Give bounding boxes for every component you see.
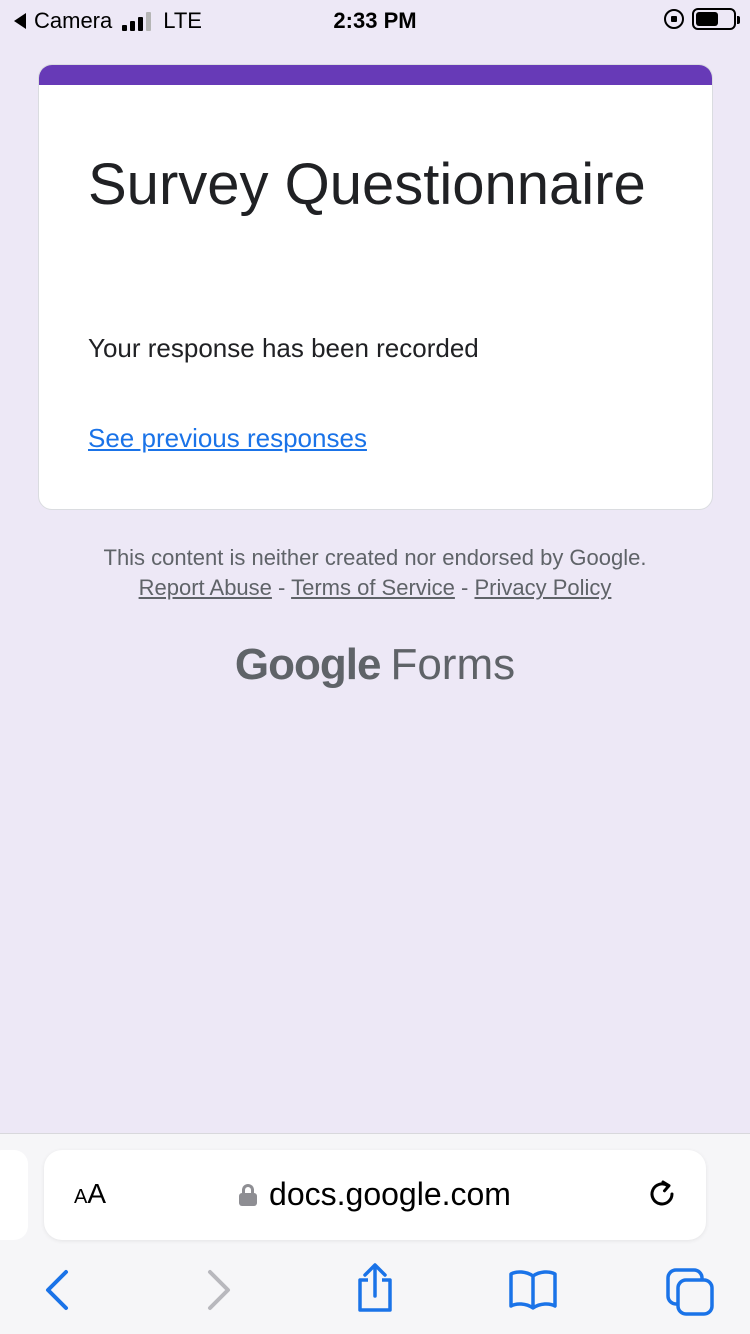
footer-separator: - bbox=[278, 575, 286, 600]
orientation-lock-icon bbox=[664, 9, 684, 29]
google-forms-logo[interactable]: Google Forms bbox=[0, 640, 750, 690]
footer-links: Report Abuse - Terms of Service - Privac… bbox=[0, 573, 750, 603]
report-abuse-link[interactable]: Report Abuse bbox=[139, 575, 272, 600]
back-icon[interactable] bbox=[42, 1268, 72, 1317]
card-accent-bar bbox=[39, 65, 712, 85]
see-previous-responses-link[interactable]: See previous responses bbox=[88, 423, 367, 454]
lock-icon bbox=[239, 1183, 258, 1206]
brand-forms: Forms bbox=[390, 640, 516, 689]
battery-icon bbox=[692, 8, 740, 30]
forward-icon[interactable] bbox=[204, 1268, 234, 1317]
disclaimer-text: This content is neither created nor endo… bbox=[103, 545, 647, 570]
reload-icon[interactable] bbox=[644, 1176, 680, 1217]
status-bar: Camera LTE 2:33 PM bbox=[0, 0, 750, 42]
previous-tab-preview[interactable] bbox=[0, 1150, 28, 1240]
status-time: 2:33 PM bbox=[333, 8, 417, 33]
share-icon[interactable] bbox=[354, 1262, 396, 1319]
address-bar[interactable]: AA docs.google.com bbox=[44, 1150, 706, 1240]
privacy-policy-link[interactable]: Privacy Policy bbox=[474, 575, 611, 600]
browser-toolbar bbox=[0, 1262, 750, 1322]
terms-of-service-link[interactable]: Terms of Service bbox=[291, 575, 455, 600]
tabs-icon[interactable] bbox=[666, 1268, 716, 1321]
form-title: Survey Questionnaire bbox=[88, 152, 646, 217]
form-card: Survey Questionnaire Your response has b… bbox=[38, 64, 713, 510]
url-text[interactable]: docs.google.com bbox=[269, 1176, 511, 1213]
browser-bottom-panel: AA docs.google.com bbox=[0, 1133, 750, 1334]
brand-google: Google bbox=[234, 640, 382, 689]
bookmarks-icon[interactable] bbox=[508, 1268, 558, 1317]
confirmation-message: Your response has been recorded bbox=[88, 333, 479, 363]
footer-separator: - bbox=[461, 575, 469, 600]
